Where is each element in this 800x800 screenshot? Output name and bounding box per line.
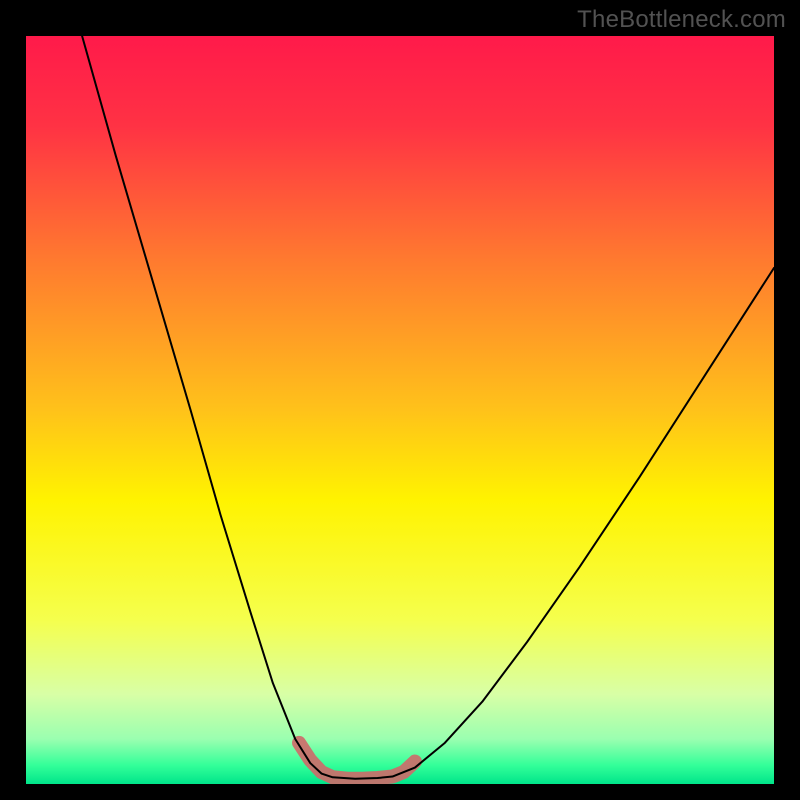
chart-frame: TheBottleneck.com [0, 0, 800, 800]
curve-layer [26, 36, 774, 784]
main-curve-path [82, 36, 774, 779]
watermark-text: TheBottleneck.com [577, 6, 786, 34]
highlight-band-path [299, 743, 415, 779]
plot-area [26, 36, 774, 784]
